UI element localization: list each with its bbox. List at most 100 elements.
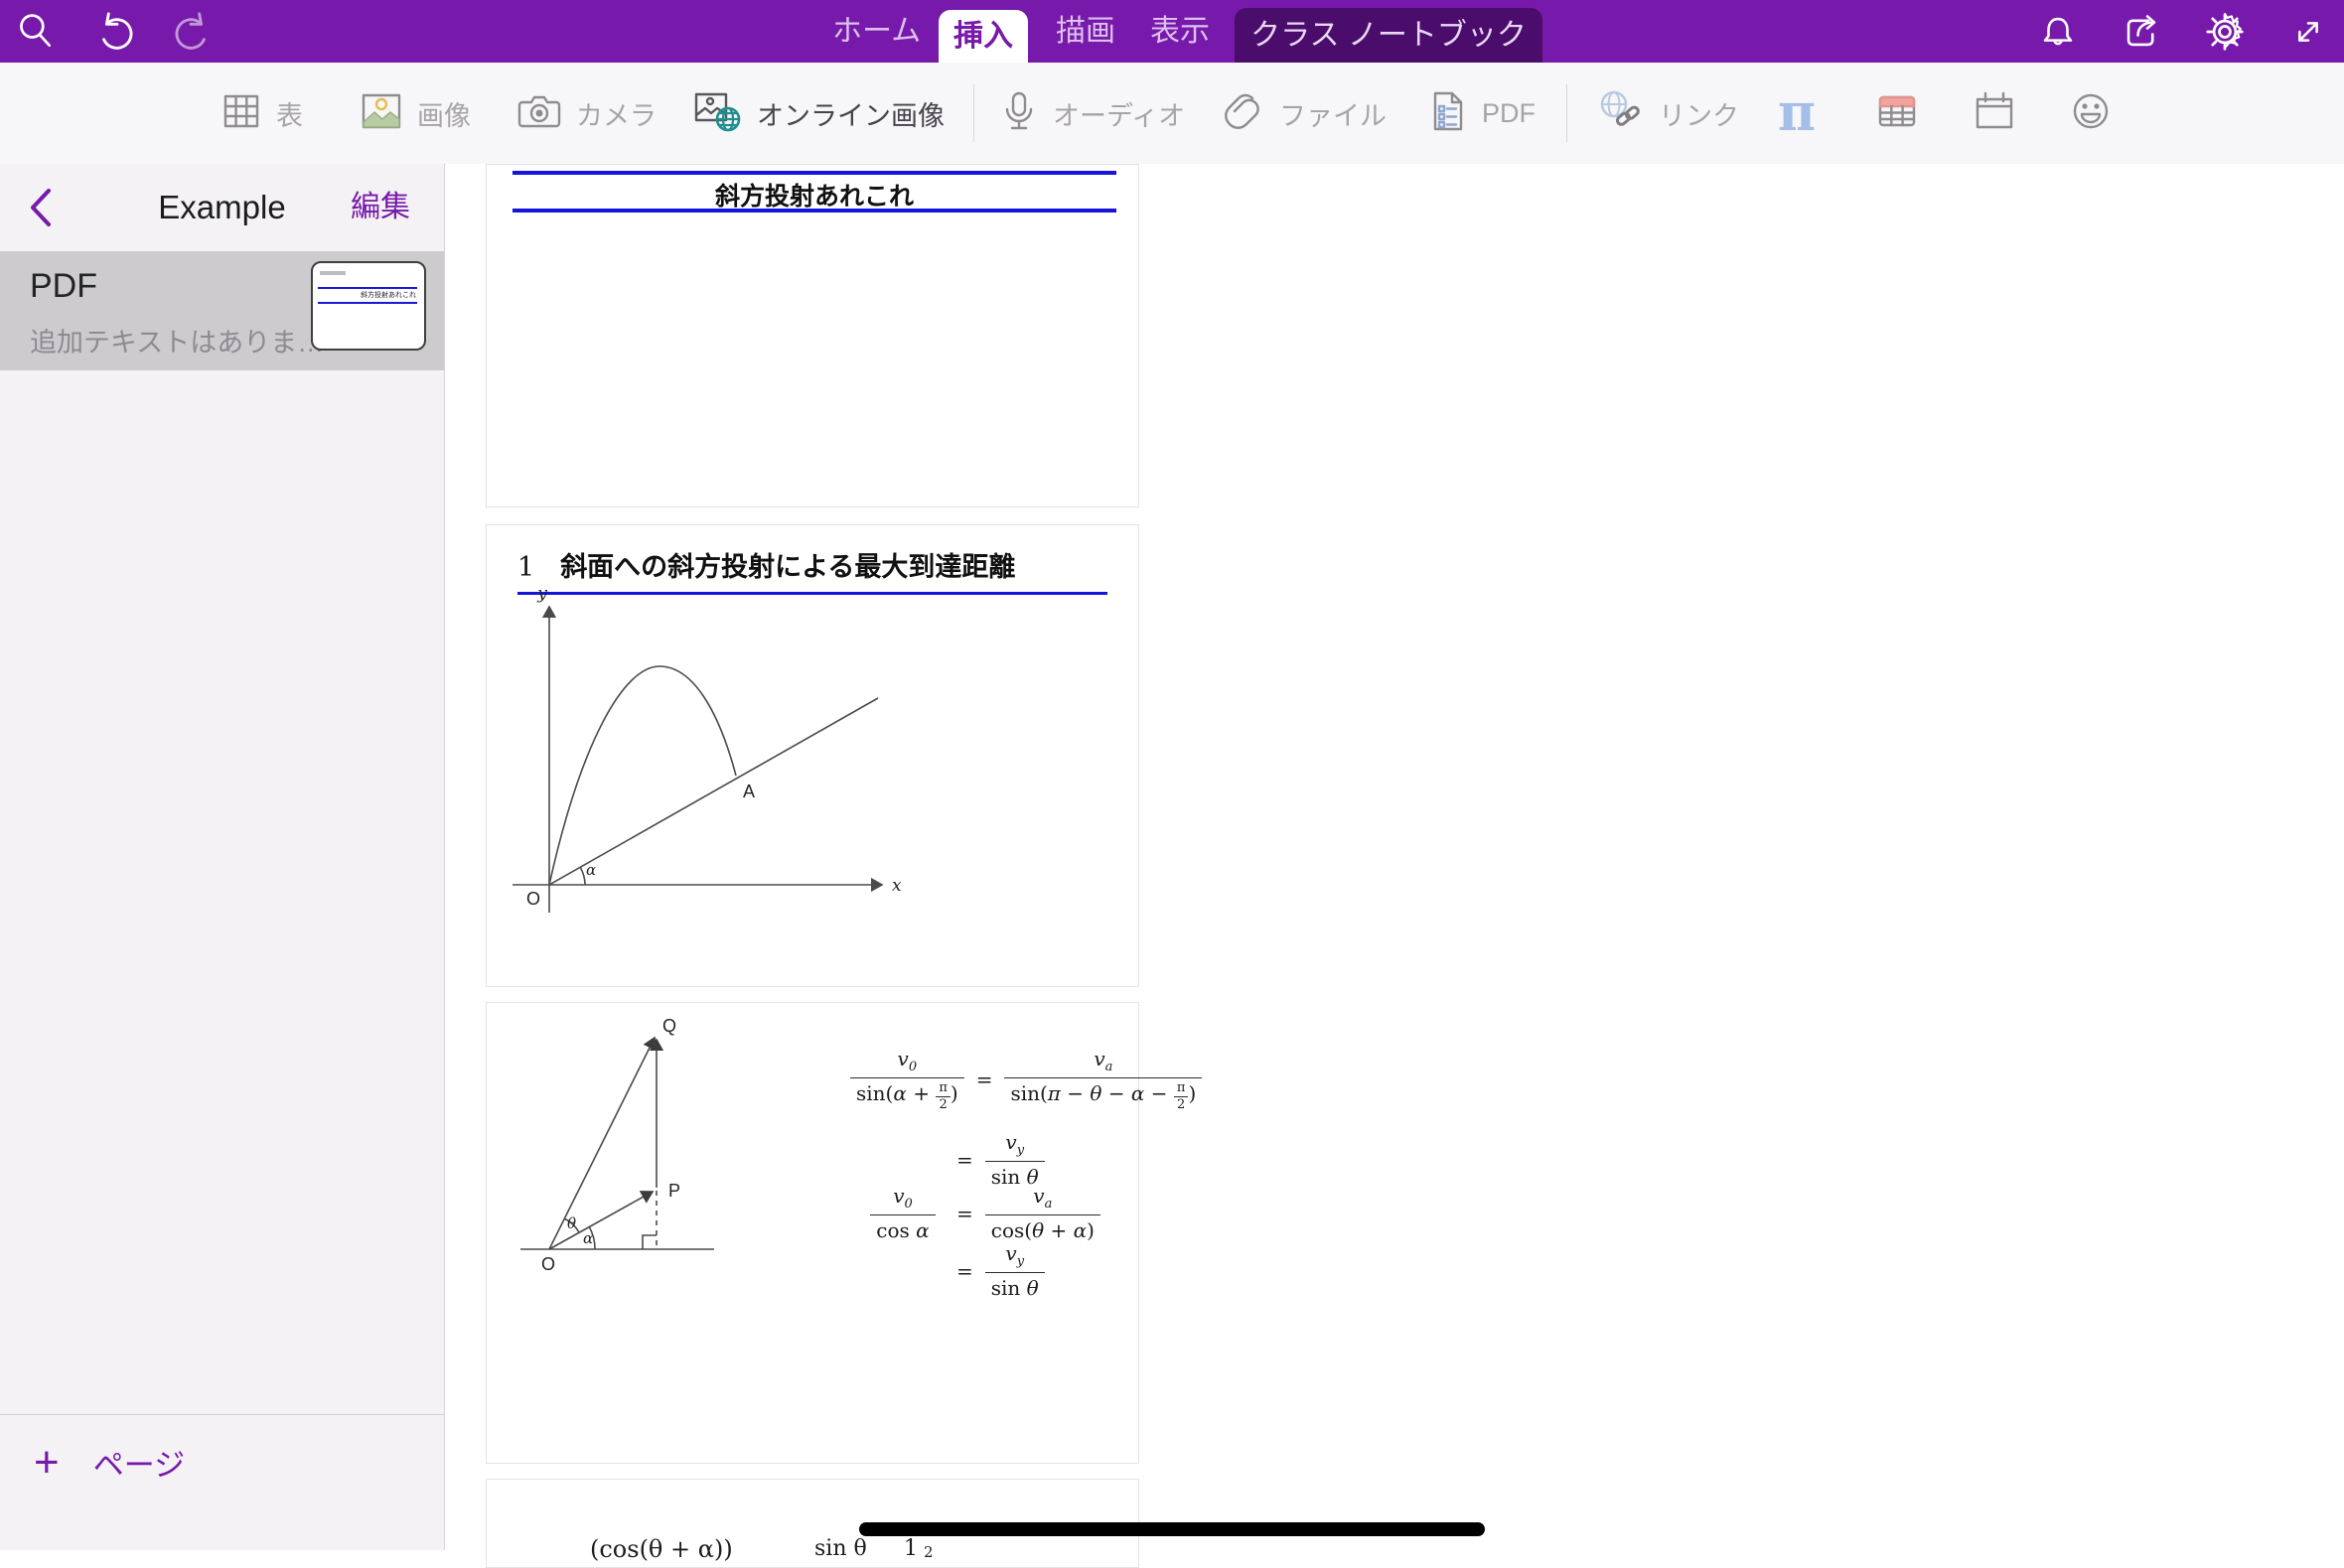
insert-ribbon: 表 画像 カメラ オンライン画像 オーディオ ファイル [0, 63, 2344, 165]
equation-line-3: = vy sin θ [861, 1241, 1045, 1300]
add-page-button[interactable]: + ページ [0, 1415, 444, 1509]
insert-online-image-button[interactable]: オンライン画像 [693, 63, 945, 164]
plus-icon: + [34, 1441, 60, 1485]
equation-line-2: v0 cos α = va cos(θ + α) [861, 1184, 1100, 1242]
note-canvas[interactable]: 斜方投射あれこれ 1 斜面への斜方投射による最大到達距離 y x O A α [446, 164, 2344, 1550]
insert-camera-button[interactable]: カメラ [516, 63, 657, 164]
insert-pdf-button[interactable]: PDF [1428, 63, 1536, 164]
top-app-bar: ホーム 挿入 描画 表示 クラス ノートブック [0, 0, 2344, 63]
tab-view[interactable]: 表示 [1150, 0, 1210, 63]
camera-icon [516, 90, 562, 137]
smiley-emoji-icon [2068, 88, 2114, 139]
section-number: 1 [517, 552, 534, 583]
insert-audio-label: オーディオ [1053, 94, 1185, 133]
redo-icon [172, 11, 214, 53]
page-item-title: PDF [30, 267, 97, 306]
link-globe-icon [1597, 88, 1645, 139]
add-page-label: ページ [93, 1440, 185, 1485]
projectile-graph: y x O A α [497, 585, 914, 924]
blue-rule [513, 209, 1116, 213]
notifications-button[interactable] [2036, 10, 2080, 54]
insert-image-label: 画像 [417, 94, 471, 133]
page-item-subtitle: 追加テキストはありま… [30, 321, 324, 359]
blue-rule [513, 171, 1116, 175]
equation-line-1: = vy sin θ [861, 1130, 1045, 1189]
page-list-item-selected[interactable]: PDF 追加テキストはありま… 斜方投射あれこれ [0, 251, 444, 370]
pdf-printout-page-3[interactable]: O P Q θ α v0 sin(α + π2) = va sin(π − θ … [486, 1002, 1139, 1464]
fullscreen-button[interactable] [2286, 10, 2330, 54]
insert-link-button[interactable]: リンク [1597, 63, 1739, 164]
insert-meeting-details-button[interactable] [1973, 63, 2016, 164]
pdf-printout-page-2[interactable]: 1 斜面への斜方投射による最大到達距離 y x O A α [486, 524, 1139, 987]
ribbon-divider [973, 84, 974, 142]
point-a-label: A [743, 782, 755, 801]
tab-home[interactable]: ホーム [832, 0, 921, 63]
thumbnail-date-mark [320, 271, 346, 275]
settings-button[interactable] [2203, 10, 2247, 54]
settings-gear-icon [2205, 12, 2245, 52]
pdf-printout-page-1[interactable]: 斜方投射あれこれ [486, 164, 1139, 507]
right-angle-mark [643, 1235, 657, 1249]
home-indicator-bar[interactable] [859, 1522, 1485, 1536]
insert-file-button[interactable]: ファイル [1222, 63, 1387, 164]
theta-label: θ [567, 1214, 576, 1232]
search-icon [16, 12, 56, 52]
page-list-sidebar: Example 編集 PDF 追加テキストはありま… 斜方投射あれこれ + ペー… [0, 164, 445, 1550]
section-heading-text: 斜面への斜方投射による最大到達距離 [560, 552, 1015, 582]
ribbon-divider [1566, 84, 1567, 142]
undo-button[interactable] [93, 10, 137, 54]
origin-label: O [526, 889, 540, 909]
trajectory-parabola [549, 666, 736, 885]
insert-table-label: 表 [276, 94, 303, 133]
vector-oq [549, 1038, 655, 1249]
insert-audio-button[interactable]: オーディオ [999, 63, 1185, 164]
tab-draw[interactable]: 描画 [1056, 0, 1115, 63]
insert-camera-label: カメラ [576, 94, 657, 133]
alpha-label: α [586, 861, 596, 879]
image-icon [360, 90, 403, 137]
equation-sine-rule: v0 sin(α + π2) = va sin(π − θ − α − π2) [850, 1047, 1202, 1112]
insert-sticker-button[interactable] [2068, 63, 2114, 164]
equation-fragment-left: (cos(θ + α)) [590, 1535, 733, 1563]
edit-button[interactable]: 編集 [351, 164, 410, 251]
table-icon [220, 90, 262, 137]
velocity-triangle-diagram: O P Q θ α [508, 1012, 736, 1279]
pdf-document-icon [1428, 89, 1468, 138]
p-label: P [668, 1181, 680, 1201]
thumbnail-title: 斜方投射あれこれ [313, 290, 416, 300]
search-button[interactable] [14, 10, 58, 54]
q-label: Q [662, 1016, 676, 1036]
insert-link-label: リンク [1659, 94, 1739, 133]
sidebar-header: Example 編集 [0, 164, 444, 251]
online-image-globe-icon [693, 88, 743, 139]
insert-file-label: ファイル [1279, 94, 1387, 133]
tab-class-notebook[interactable]: クラス ノートブック [1235, 8, 1542, 63]
equation-fragment-one: 1 [904, 1536, 918, 1561]
alpha-angle-arc [580, 867, 585, 885]
insert-pdf-label: PDF [1482, 98, 1536, 129]
fullscreen-icon [2289, 13, 2327, 51]
pdf-title: 斜方投射あれこれ [513, 177, 1116, 213]
x-axis-label: x [892, 876, 902, 896]
o-label: O [541, 1254, 555, 1274]
thumbnail-rule [318, 287, 417, 289]
spreadsheet-icon [1875, 89, 1919, 138]
file-paperclip-icon [1222, 89, 1265, 138]
insert-image-button[interactable]: 画像 [360, 63, 471, 164]
alpha-label: α [583, 1229, 593, 1247]
tab-insert[interactable]: 挿入 [939, 10, 1028, 63]
page-thumbnail: 斜方投射あれこれ [311, 261, 426, 351]
thumbnail-rule [318, 302, 417, 304]
pi-equation-icon: π [1778, 63, 1816, 164]
redo-button[interactable] [171, 10, 215, 54]
calendar-icon [1973, 89, 2016, 138]
equation-fragment-sin: sin θ [814, 1536, 867, 1561]
insert-table-button[interactable]: 表 [220, 63, 303, 164]
incline-line [549, 698, 878, 885]
insert-spreadsheet-button[interactable] [1875, 63, 1919, 164]
insert-online-image-label: オンライン画像 [757, 94, 945, 133]
share-button[interactable] [2120, 10, 2163, 54]
insert-equation-button[interactable]: π [1778, 63, 1816, 164]
notifications-bell-icon [2039, 13, 2077, 51]
vector-op [549, 1192, 653, 1249]
